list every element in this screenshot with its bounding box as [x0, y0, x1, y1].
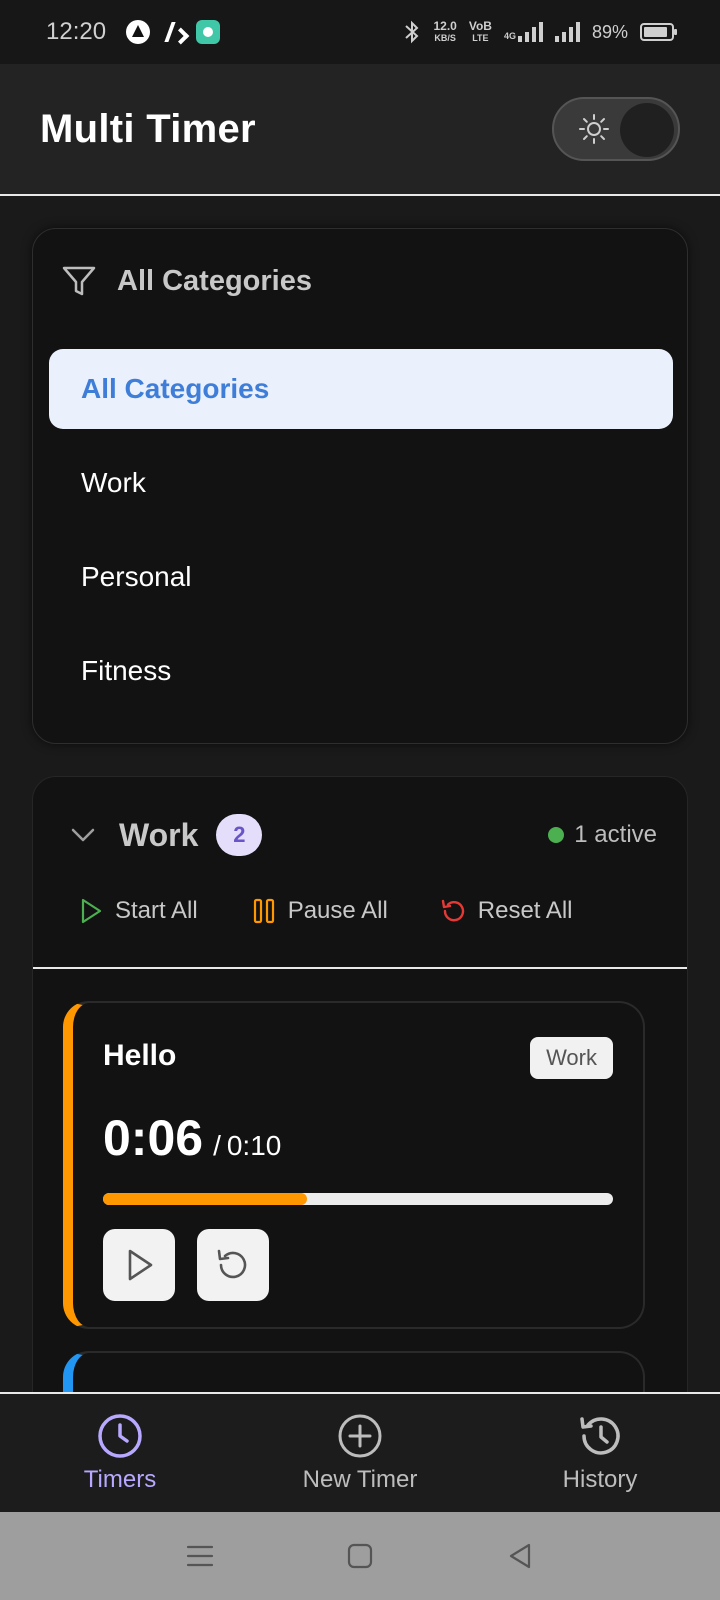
nav-new-timer-label: New Timer — [302, 1466, 418, 1493]
app-notification-icon — [126, 20, 151, 44]
pause-all-label: Pause All — [287, 897, 388, 924]
timer-progress-bar — [103, 1193, 613, 1205]
count-badge: 2 — [216, 814, 263, 856]
play-icon — [81, 898, 102, 924]
reset-icon — [441, 899, 464, 922]
bottom-navigation: Timers New Timer History — [0, 1392, 720, 1512]
history-icon — [580, 1417, 620, 1455]
reset-button[interactable] — [197, 1229, 269, 1301]
volte-indicator: VoB LTE — [468, 19, 492, 43]
menu-icon — [186, 1545, 214, 1567]
page-title: Multi Timer — [40, 106, 256, 151]
play-button[interactable] — [103, 1229, 175, 1301]
active-count: 1 active — [574, 821, 657, 848]
timer-category-tag: Work — [530, 1037, 613, 1079]
nav-new-timer[interactable]: New Timer — [240, 1394, 480, 1512]
time-separator: / — [213, 1130, 221, 1161]
group-header[interactable]: Work 2 1 active — [67, 807, 657, 863]
category-option-work[interactable]: Work — [49, 443, 673, 523]
signal-4g-icon: 4G — [504, 22, 543, 42]
toggle-knob — [620, 103, 674, 157]
add-circle-icon — [338, 1414, 382, 1458]
start-all-label: Start All — [115, 897, 198, 924]
battery-icon — [640, 23, 677, 41]
square-icon — [347, 1543, 373, 1569]
timer-card — [63, 1351, 645, 1392]
active-dot — [548, 827, 565, 843]
kite-notification-icon — [164, 20, 182, 44]
chevron-down-icon[interactable] — [67, 819, 99, 851]
back-triangle-icon — [509, 1543, 531, 1569]
progress-fill — [103, 1193, 307, 1205]
reset-icon — [217, 1249, 247, 1279]
battery-percent: 89% — [591, 21, 628, 42]
category-option-fitness[interactable]: Fitness — [49, 631, 673, 711]
nav-timers[interactable]: Timers — [0, 1394, 240, 1512]
reset-all-label: Reset All — [477, 897, 573, 924]
system-navigation — [0, 1512, 720, 1600]
time-total: 0:10 — [226, 1130, 282, 1161]
active-indicator: 1 active — [548, 821, 657, 849]
status-time: 12:20 — [46, 18, 107, 45]
reset-all-button[interactable]: Reset All — [440, 897, 573, 925]
category-option-personal[interactable]: Personal — [49, 537, 673, 617]
network-speed: 12.0 KB/S — [433, 19, 457, 43]
category-filter-label: All Categories — [117, 264, 312, 297]
time-elapsed: 0:06 — [103, 1110, 204, 1166]
start-all-button[interactable]: Start All — [77, 897, 198, 925]
pause-icon — [253, 898, 274, 924]
category-filter-dropdown: All Categories All Categories Work Perso… — [32, 228, 688, 744]
recents-button[interactable] — [180, 1536, 220, 1576]
timer-card: Hello Work 0:06 / 0:10 — [63, 1001, 645, 1329]
home-button[interactable] — [340, 1536, 380, 1576]
app-header: Multi Timer — [0, 64, 720, 196]
pause-all-button[interactable]: Pause All — [250, 897, 388, 925]
category-filter-header[interactable]: All Categories — [61, 263, 312, 299]
play-icon — [128, 1249, 153, 1281]
main-content: All Categories All Categories Work Perso… — [0, 198, 720, 1392]
category-option-all[interactable]: All Categories — [49, 349, 673, 429]
app-badge-icon — [196, 20, 221, 44]
signal-icon — [554, 22, 580, 42]
timer-name: Hello — [103, 1039, 177, 1072]
group-actions: Start All Pause All Reset All — [77, 897, 625, 925]
timer-time: 0:06 / 0:10 — [103, 1109, 281, 1167]
clock-icon — [98, 1414, 142, 1458]
filter-icon — [62, 266, 96, 296]
status-bar: 12:20 12.0 KB/S VoB LTE 4G 89% — [0, 0, 720, 64]
back-button[interactable] — [500, 1536, 540, 1576]
nav-history[interactable]: History — [480, 1394, 720, 1512]
group-title: Work — [119, 816, 199, 853]
divider — [33, 967, 687, 969]
theme-toggle[interactable] — [552, 97, 680, 161]
nav-history-label: History — [562, 1466, 638, 1493]
timer-group-work: Work 2 1 active Start All Pause All Rese… — [32, 776, 688, 1392]
sun-icon — [579, 114, 609, 144]
bluetooth-icon — [405, 20, 419, 44]
nav-timers-label: Timers — [83, 1466, 157, 1493]
